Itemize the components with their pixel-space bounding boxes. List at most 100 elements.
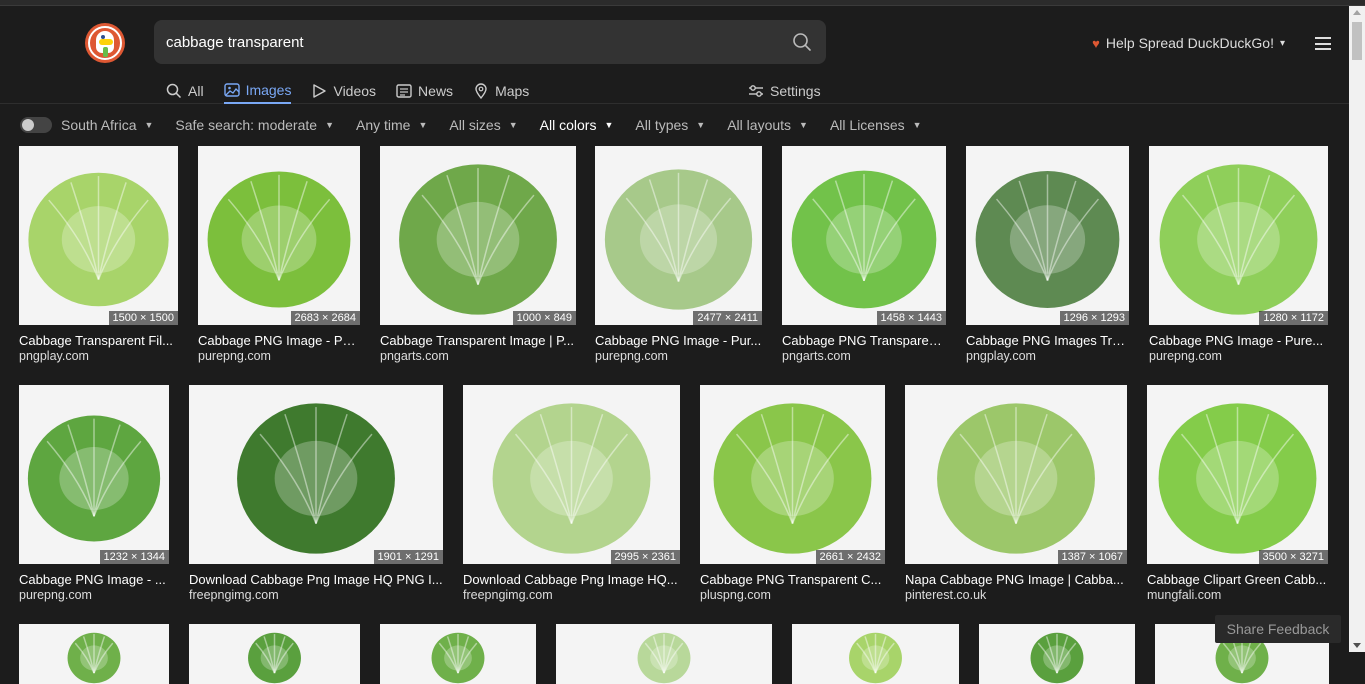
result-thumbnail[interactable]: 2995 × 2361: [463, 385, 680, 564]
result-source[interactable]: pngplay.com: [966, 349, 1129, 363]
cabbage-image: [431, 632, 485, 684]
result-thumbnail[interactable]: 1296 × 1293: [966, 146, 1129, 325]
result-thumbnail[interactable]: 1458 × 1443: [782, 146, 946, 325]
scrollbar[interactable]: [1349, 6, 1365, 652]
result-title[interactable]: Cabbage PNG Image - ...: [19, 572, 169, 587]
image-dimensions-badge: 3500 × 3271: [1258, 550, 1328, 564]
result-title[interactable]: Cabbage Clipart Green Cabb...: [1147, 572, 1328, 587]
region-toggle[interactable]: [20, 117, 52, 133]
share-feedback-button[interactable]: Share Feedback: [1215, 615, 1341, 643]
scrollbar-thumb[interactable]: [1352, 22, 1362, 60]
result-title[interactable]: Cabbage Transparent Fil...: [19, 333, 178, 348]
result-thumbnail[interactable]: [189, 624, 360, 684]
tab-all[interactable]: All: [166, 78, 204, 104]
result-thumbnail[interactable]: [979, 624, 1135, 684]
result-source[interactable]: mungfali.com: [1147, 588, 1328, 602]
filter-region[interactable]: South Africa ▼: [61, 117, 153, 133]
result-thumbnail[interactable]: 1500 × 1500: [19, 146, 178, 325]
result-title[interactable]: Cabbage PNG Image - Pur...: [595, 333, 762, 348]
result-title[interactable]: Cabbage PNG Transparent C...: [700, 572, 885, 587]
cabbage-image: [248, 632, 301, 684]
result-title[interactable]: Cabbage PNG Transparen...: [782, 333, 946, 348]
filter-colors[interactable]: All colors ▼: [540, 117, 614, 133]
result-thumbnail[interactable]: 2661 × 2432: [700, 385, 885, 564]
image-result-tile[interactable]: 2477 × 2411 Cabbage PNG Image - Pur... pur…: [595, 146, 762, 363]
result-source[interactable]: pluspng.com: [700, 588, 885, 602]
duck-tie-shape: [103, 47, 108, 57]
result-thumbnail[interactable]: [19, 624, 169, 684]
result-thumbnail[interactable]: 1901 × 1291: [189, 385, 443, 564]
result-title[interactable]: Cabbage PNG Image - Pure...: [1149, 333, 1328, 348]
image-result-tile[interactable]: 2995 × 2361 Download Cabbage Png Image HQ…: [463, 385, 680, 602]
result-source[interactable]: pngarts.com: [782, 349, 946, 363]
tab-news[interactable]: News: [396, 78, 453, 104]
duckduckgo-logo[interactable]: [85, 23, 125, 63]
image-result-tile[interactable]: 1232 × 1344 Cabbage PNG Image - ... purepn…: [19, 385, 169, 602]
image-dimensions-badge: 1296 × 1293: [1059, 311, 1129, 325]
result-thumbnail[interactable]: [556, 624, 772, 684]
result-source[interactable]: pinterest.co.uk: [905, 588, 1127, 602]
settings-button[interactable]: Settings: [748, 78, 821, 104]
image-result-tile[interactable]: 1280 × 1172 Cabbage PNG Image - Pure... pu…: [1149, 146, 1328, 363]
search-icon[interactable]: [792, 32, 812, 52]
filter-sizes-label: All sizes: [449, 117, 501, 133]
scroll-down-arrow-icon[interactable]: [1353, 643, 1361, 648]
result-source[interactable]: purepng.com: [1149, 349, 1328, 363]
search-input[interactable]: [166, 20, 766, 64]
result-source[interactable]: freepngimg.com: [189, 588, 443, 602]
result-title[interactable]: Cabbage PNG Images Tra...: [966, 333, 1129, 348]
result-thumbnail[interactable]: 1280 × 1172: [1149, 146, 1328, 325]
result-thumbnail[interactable]: 3500 × 3271: [1147, 385, 1328, 564]
result-source[interactable]: purepng.com: [19, 588, 169, 602]
result-title[interactable]: Cabbage PNG Image - Pu...: [198, 333, 360, 348]
result-title[interactable]: Cabbage Transparent Image | P...: [380, 333, 576, 348]
image-result-tile[interactable]: 1458 × 1443 Cabbage PNG Transparen... pnga…: [782, 146, 946, 363]
image-result-tile[interactable]: [189, 624, 360, 684]
image-result-tile[interactable]: 1000 × 849 Cabbage Transparent Image | P.…: [380, 146, 576, 363]
result-source[interactable]: pngarts.com: [380, 349, 576, 363]
hamburger-menu-icon[interactable]: [1315, 37, 1331, 50]
image-icon: [223, 83, 240, 97]
result-thumbnail[interactable]: 1387 × 1067: [905, 385, 1127, 564]
result-title[interactable]: Napa Cabbage PNG Image | Cabba...: [905, 572, 1127, 587]
result-thumbnail[interactable]: 1232 × 1344: [19, 385, 169, 564]
result-source[interactable]: pngplay.com: [19, 349, 178, 363]
image-result-tile[interactable]: 1387 × 1067 Napa Cabbage PNG Image | Cabb…: [905, 385, 1127, 602]
image-result-tile[interactable]: 1500 × 1500 Cabbage Transparent Fil... png…: [19, 146, 178, 363]
result-thumbnail[interactable]: 1000 × 849: [380, 146, 576, 325]
filter-sizes[interactable]: All sizes ▼: [449, 117, 517, 133]
image-result-tile[interactable]: 2661 × 2432 Cabbage PNG Transparent C... p…: [700, 385, 885, 602]
filter-types[interactable]: All types ▼: [635, 117, 705, 133]
image-result-tile[interactable]: [19, 624, 169, 684]
image-result-tile[interactable]: [380, 624, 536, 684]
result-source[interactable]: purepng.com: [595, 349, 762, 363]
result-title[interactable]: Download Cabbage Png Image HQ PNG I...: [189, 572, 443, 587]
result-thumbnail[interactable]: 2683 × 2684: [198, 146, 360, 325]
tab-maps[interactable]: Maps: [473, 78, 529, 104]
filter-licenses[interactable]: All Licenses ▼: [830, 117, 922, 133]
filter-safe-search-label: Safe search: moderate: [175, 117, 318, 133]
image-result-tile[interactable]: 1296 × 1293 Cabbage PNG Images Tra... pngp…: [966, 146, 1129, 363]
filter-time[interactable]: Any time ▼: [356, 117, 427, 133]
image-result-tile[interactable]: [556, 624, 772, 684]
tab-images[interactable]: Images: [223, 78, 292, 104]
image-result-tile[interactable]: [979, 624, 1135, 684]
result-title[interactable]: Download Cabbage Png Image HQ...: [463, 572, 680, 587]
tab-videos[interactable]: Videos: [311, 78, 376, 104]
result-source[interactable]: freepngimg.com: [463, 588, 680, 602]
scroll-up-arrow-icon[interactable]: [1353, 10, 1361, 15]
image-result-tile[interactable]: 2683 × 2684 Cabbage PNG Image - Pu... pure…: [198, 146, 360, 363]
result-thumbnail[interactable]: [792, 624, 959, 684]
image-dimensions-badge: 1500 × 1500: [108, 311, 178, 325]
result-source[interactable]: purepng.com: [198, 349, 360, 363]
image-result-tile[interactable]: 1901 × 1291 Download Cabbage Png Image HQ…: [189, 385, 443, 602]
filter-layouts-label: All layouts: [727, 117, 792, 133]
filter-layouts[interactable]: All layouts ▼: [727, 117, 808, 133]
result-thumbnail[interactable]: [380, 624, 536, 684]
help-spread-button[interactable]: ♥ Help Spread DuckDuckGo! ▾: [1092, 35, 1285, 51]
image-result-tile[interactable]: 3500 × 3271 Cabbage Clipart Green Cabb...…: [1147, 385, 1328, 602]
cabbage-image: [237, 403, 395, 554]
image-result-tile[interactable]: [792, 624, 959, 684]
filter-safe-search[interactable]: Safe search: moderate ▼: [175, 117, 334, 133]
result-thumbnail[interactable]: 2477 × 2411: [595, 146, 762, 325]
